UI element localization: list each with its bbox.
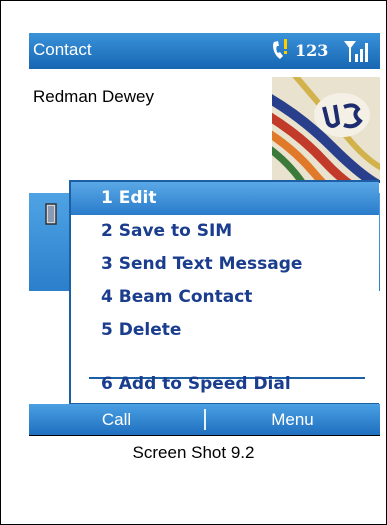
contact-card-icon — [45, 203, 57, 225]
softkey-bar: Call Menu — [29, 404, 380, 435]
contact-photo[interactable] — [272, 77, 380, 183]
phone-screen: Contact 123 Redman Dewey 1 Edit 2 Save t… — [29, 33, 380, 468]
menu-item-beam-contact[interactable]: 4 Beam Contact — [71, 281, 379, 314]
title-bar: Contact 123 — [29, 33, 380, 69]
signal-strength-icon — [344, 41, 368, 62]
call-softkey[interactable]: Call — [29, 404, 204, 435]
menu-item-delete[interactable]: 5 Delete — [71, 314, 379, 347]
menu-item-add-to-speed-dial[interactable]: 6 Add to Speed Dial — [71, 368, 379, 401]
input-mode-indicator: 123 — [295, 41, 329, 60]
app-title: Contact — [33, 40, 92, 59]
contact-name: Redman Dewey — [33, 87, 154, 106]
menu-item-edit[interactable]: 1 Edit — [71, 182, 379, 215]
context-menu: 1 Edit 2 Save to SIM 3 Send Text Message… — [69, 180, 379, 405]
menu-item-save-to-sim[interactable]: 2 Save to SIM — [71, 215, 379, 248]
menu-item-send-text-message[interactable]: 3 Send Text Message — [71, 248, 379, 281]
menu-softkey[interactable]: Menu — [205, 404, 380, 435]
phone-call-icon[interactable] — [271, 38, 289, 62]
figure-caption: Screen Shot 9.2 — [132, 443, 255, 462]
